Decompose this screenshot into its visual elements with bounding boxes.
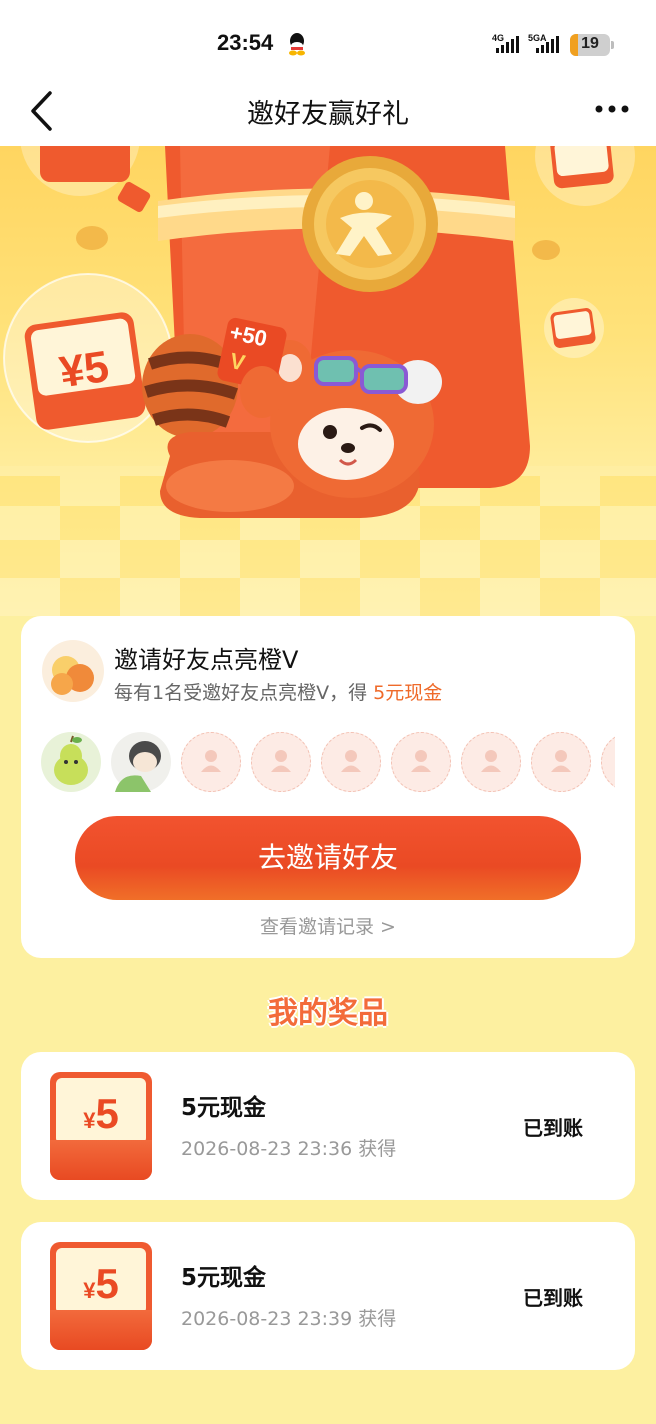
ticket-face: ¥5 bbox=[56, 1078, 146, 1144]
network-2-label: 5GA bbox=[528, 33, 547, 43]
empty-avatar-slot[interactable] bbox=[391, 732, 451, 792]
invite-desc-prefix: 每有1名受邀好友点亮橙V，得 bbox=[114, 682, 374, 704]
empty-avatar-slot[interactable] bbox=[461, 732, 521, 792]
person-placeholder-icon bbox=[411, 750, 431, 772]
ticket-amount: ¥5 bbox=[56, 1090, 146, 1138]
invite-description: 每有1名受邀好友点亮橙V，得 5元现金 bbox=[114, 678, 442, 705]
avatar[interactable] bbox=[111, 732, 171, 792]
ticket-yen: ¥ bbox=[83, 1278, 96, 1303]
cash-ticket-icon: ¥5 bbox=[50, 1072, 152, 1180]
ticket-bottom bbox=[50, 1310, 152, 1350]
ticket-bottom bbox=[50, 1140, 152, 1180]
invite-title: 邀请好友点亮橙V bbox=[114, 646, 299, 674]
prize-name: 5元现金 bbox=[181, 1265, 267, 1291]
prize-name: 5元现金 bbox=[181, 1095, 267, 1121]
invite-friends-button[interactable]: 去邀请好友 bbox=[75, 816, 581, 900]
prize-status: 已到账 bbox=[523, 1116, 583, 1140]
orange-fruit-icon bbox=[42, 640, 104, 702]
page-title: 邀好友赢好礼 bbox=[247, 99, 409, 130]
battery-icon: 19 bbox=[570, 34, 610, 56]
empty-avatar-slot[interactable] bbox=[321, 732, 381, 792]
more-horizontal-icon bbox=[595, 105, 629, 113]
hero-illustration: ¥5 +50 V bbox=[0, 146, 656, 616]
empty-avatar-slot[interactable] bbox=[181, 732, 241, 792]
nav-bar: 邀好友赢好礼 bbox=[0, 80, 656, 146]
boy-avatar-icon bbox=[115, 741, 161, 792]
empty-avatar-slot[interactable] bbox=[531, 732, 591, 792]
invite-reward-highlight: 5元现金 bbox=[373, 682, 443, 704]
ticket-yen: ¥ bbox=[83, 1108, 96, 1133]
battery-tip bbox=[611, 41, 614, 49]
invited-friends-row bbox=[41, 732, 615, 794]
person-placeholder-icon bbox=[341, 750, 361, 772]
prize-card[interactable]: ¥5 5元现金 2026-08-23 23:36 获得 已到账 bbox=[21, 1052, 635, 1200]
ticket-face: ¥5 bbox=[56, 1248, 146, 1314]
person-placeholder-icon bbox=[481, 750, 501, 772]
qq-icon bbox=[289, 33, 305, 56]
prizes-section-title: 我的奖品 bbox=[268, 996, 388, 1031]
bubble-amount: ¥5 bbox=[57, 342, 112, 397]
more-button[interactable] bbox=[590, 94, 636, 124]
prize-card[interactable]: ¥5 5元现金 2026-08-23 23:39 获得 已到账 bbox=[21, 1222, 635, 1370]
invite-record-link[interactable]: 查看邀请记录 > bbox=[21, 912, 635, 939]
prize-time: 2026-08-23 23:36 获得 bbox=[181, 1138, 397, 1160]
empty-avatar-slot[interactable] bbox=[601, 732, 615, 792]
ticket-number: 5 bbox=[95, 1260, 119, 1307]
ticket-number: 5 bbox=[95, 1090, 119, 1137]
person-placeholder-icon bbox=[201, 750, 221, 772]
network-1-label: 4G bbox=[492, 33, 504, 43]
hero-banner: ¥5 +50 V bbox=[0, 146, 656, 616]
signal-4g-icon: 4G bbox=[492, 33, 519, 53]
ticket-amount: ¥5 bbox=[56, 1260, 146, 1308]
person-placeholder-icon bbox=[271, 750, 291, 772]
status-bar: 23:54 4G 5GA 19 bbox=[0, 0, 656, 80]
person-placeholder-icon bbox=[551, 750, 571, 772]
battery-level: 19 bbox=[581, 35, 599, 52]
prize-status: 已到账 bbox=[523, 1286, 583, 1310]
cash-ticket-icon: ¥5 bbox=[50, 1242, 152, 1350]
invite-card: 邀请好友点亮橙V 每有1名受邀好友点亮橙V，得 5元现金 去邀请好友 查看邀请记… bbox=[21, 616, 635, 958]
status-time: 23:54 bbox=[217, 30, 274, 55]
empty-avatar-slot[interactable] bbox=[251, 732, 311, 792]
avatar[interactable] bbox=[41, 732, 101, 792]
signal-5g-icon: 5GA bbox=[528, 33, 559, 53]
pear-avatar-icon bbox=[54, 735, 88, 785]
prize-time: 2026-08-23 23:39 获得 bbox=[181, 1308, 397, 1330]
